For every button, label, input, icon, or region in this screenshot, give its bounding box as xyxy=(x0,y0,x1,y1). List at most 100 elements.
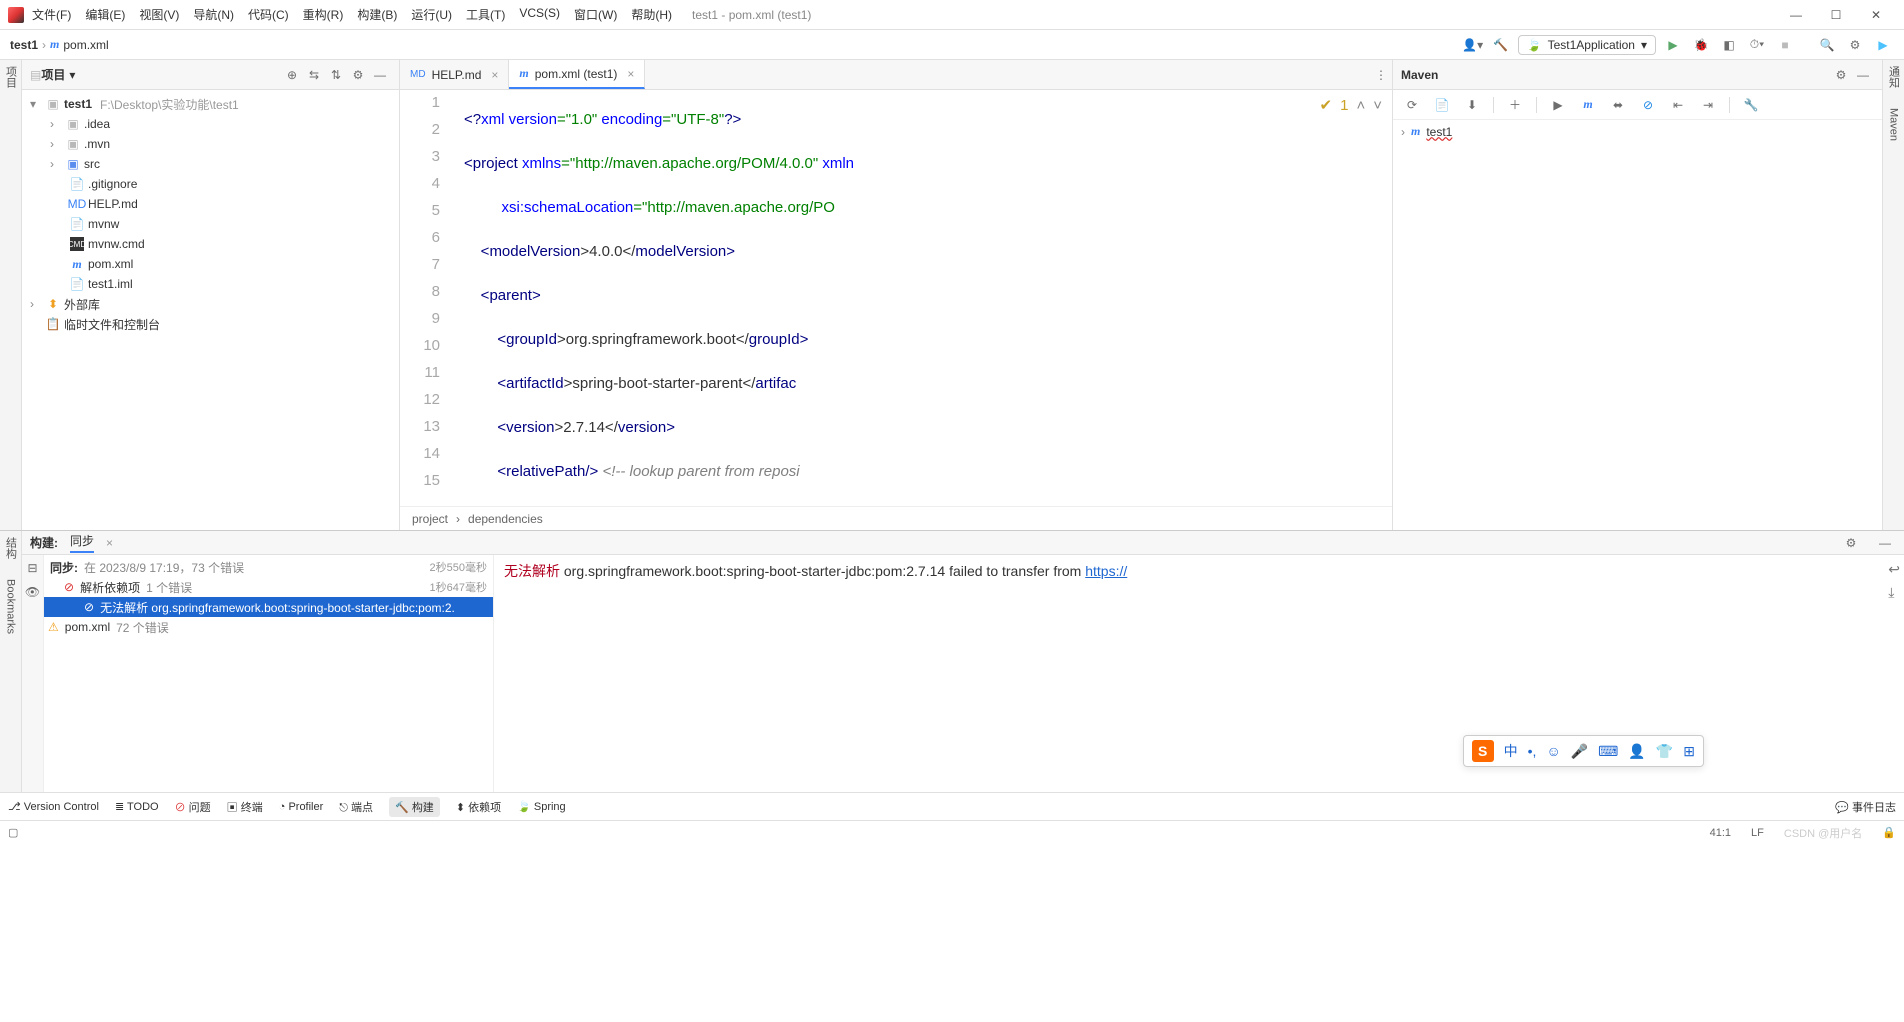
gear-icon[interactable]: ⚙ xyxy=(347,64,369,86)
close-button[interactable]: ✕ xyxy=(1856,8,1896,22)
tool-eventlog[interactable]: 💬 事件日志 xyxy=(1835,799,1896,815)
ime-keyboard-icon[interactable]: ⌨ xyxy=(1598,743,1618,760)
eye-icon[interactable]: 👁 xyxy=(25,585,40,599)
ime-skin-icon[interactable]: 👕 xyxy=(1656,743,1673,760)
tool-spring[interactable]: 🍃 Spring xyxy=(517,800,566,813)
coverage-button[interactable]: ◧ xyxy=(1718,34,1740,56)
code-editor[interactable]: ✔1 ˄ ˅ 123456789101112131415 <?xml versi… xyxy=(400,90,1392,506)
tree-iml[interactable]: test1.iml xyxy=(88,277,133,291)
tree-scratch[interactable]: 临时文件和控制台 xyxy=(64,316,160,333)
tool-endpoints[interactable]: ⎋ 端点 xyxy=(339,799,373,815)
download-icon[interactable]: ⬇ xyxy=(1461,94,1483,116)
tab-menu-icon[interactable]: ⋮ xyxy=(1370,64,1392,86)
chevron-right-icon[interactable]: › xyxy=(1401,125,1405,139)
tool-problems[interactable]: ⊘ 问题 xyxy=(175,799,211,815)
build-row-error[interactable]: ⊘ 无法解析 org.springframework.boot:spring-b… xyxy=(44,597,493,617)
expand-icon[interactable]: ⇥ xyxy=(1697,94,1719,116)
minimize-button[interactable]: — xyxy=(1776,8,1816,22)
ime-toolbar[interactable]: S 中 •, ☺ 🎤 ⌨ 👤 👕 ⊞ xyxy=(1463,735,1704,767)
crumb-deps-tag[interactable]: dependencies xyxy=(468,512,543,526)
scroll-end-icon[interactable]: ⤓ xyxy=(1888,584,1900,601)
tree-pom[interactable]: pom.xml xyxy=(88,257,133,271)
hammer-icon[interactable]: 🔨 xyxy=(1490,34,1512,56)
chevron-down-icon[interactable]: ▾ xyxy=(69,68,75,82)
build-row-deps[interactable]: ⊘ 解析依赖项1 个错误 1秒647毫秒 xyxy=(44,577,493,597)
maven-project-node[interactable]: test1 xyxy=(1426,125,1452,139)
ime-voice-icon[interactable]: 🎤 xyxy=(1571,743,1588,760)
project-pane-title[interactable]: 项目 xyxy=(41,66,65,83)
menu-tools[interactable]: 工具(T) xyxy=(466,6,505,23)
tree-mvnwcmd[interactable]: mvnw.cmd xyxy=(88,237,145,251)
settings-icon[interactable]: ⚙ xyxy=(1844,34,1866,56)
run-config-selector[interactable]: 🍃 Test1Application ▾ xyxy=(1518,35,1656,55)
maximize-button[interactable]: ☐ xyxy=(1816,8,1856,22)
search-icon[interactable]: 🔍 xyxy=(1816,34,1838,56)
ime-toolbox-icon[interactable]: ⊞ xyxy=(1683,743,1695,760)
inspection-warning-icon[interactable]: ✔ xyxy=(1320,96,1333,114)
ime-emoji-icon[interactable]: ☺ xyxy=(1546,743,1560,759)
tool-build[interactable]: 🔨 构建 xyxy=(389,797,440,817)
menu-file[interactable]: 文件(F) xyxy=(32,6,71,23)
close-icon[interactable]: × xyxy=(491,68,498,82)
tab-pom[interactable]: mpom.xml (test1)× xyxy=(509,60,645,89)
build-row-header[interactable]: 同步:在 2023/8/9 17:19，73 个错误 2秒550毫秒 xyxy=(44,557,493,577)
build-row-pom[interactable]: ⚠ pom.xml72 个错误 xyxy=(44,617,493,637)
skip-tests-icon[interactable]: ⊘ xyxy=(1637,94,1659,116)
menu-run[interactable]: 运行(U) xyxy=(411,6,452,23)
tree-mvn[interactable]: .mvn xyxy=(84,137,110,151)
tool-bookmarks-tab[interactable]: Bookmarks xyxy=(5,579,17,634)
tool-project-tab[interactable]: 项目 xyxy=(3,66,19,88)
filter-icon[interactable]: ⊟ xyxy=(27,561,37,575)
tool-notifications-tab[interactable]: 通知 xyxy=(1886,66,1902,88)
menu-navigate[interactable]: 导航(N) xyxy=(193,6,234,23)
generate-sources-icon[interactable]: 📄 xyxy=(1431,94,1453,116)
crumb-file[interactable]: pom.xml xyxy=(63,38,108,52)
run-icon[interactable]: ▶ xyxy=(1547,94,1569,116)
next-highlight-icon[interactable]: ˅ xyxy=(1373,97,1382,114)
menu-code[interactable]: 代码(C) xyxy=(248,6,289,23)
stop-button[interactable]: ■ xyxy=(1774,34,1796,56)
debug-button[interactable]: 🐞 xyxy=(1690,34,1712,56)
menu-help[interactable]: 帮助(H) xyxy=(631,6,672,23)
add-icon[interactable]: ＋ xyxy=(1504,94,1526,116)
menu-edit[interactable]: 编辑(E) xyxy=(85,6,125,23)
gear-icon[interactable]: ⚙ xyxy=(1830,64,1852,86)
soft-wrap-icon[interactable]: ↩ xyxy=(1888,561,1900,578)
locate-icon[interactable]: ⊕ xyxy=(281,64,303,86)
toggle-offline-icon[interactable]: ⬌ xyxy=(1607,94,1629,116)
tool-maven-tab[interactable]: Maven xyxy=(1888,108,1900,141)
run-button[interactable]: ▶ xyxy=(1662,34,1684,56)
menu-view[interactable]: 视图(V) xyxy=(139,6,179,23)
menu-window[interactable]: 窗口(W) xyxy=(574,6,617,23)
close-tab-icon[interactable]: × xyxy=(106,536,113,550)
project-tree[interactable]: ▾▣test1F:\Desktop\实验功能\test1 ›▣.idea ›▣.… xyxy=(22,90,399,530)
wrench-icon[interactable]: 🔧 xyxy=(1740,94,1762,116)
run-anything-icon[interactable]: ▶ xyxy=(1872,34,1894,56)
crumb-project-tag[interactable]: project xyxy=(412,512,448,526)
tree-help[interactable]: HELP.md xyxy=(88,197,138,211)
profile-button[interactable]: ⏱▾ xyxy=(1746,34,1768,56)
collapse-icon[interactable]: ⇤ xyxy=(1667,94,1689,116)
status-position[interactable]: 41:1 xyxy=(1710,827,1731,839)
tool-deps[interactable]: ⬍ 依赖项 xyxy=(456,799,501,815)
build-detail[interactable]: 无法解析 org.springframework.boot:spring-boo… xyxy=(494,555,1904,792)
statusbar-widgets-icon[interactable]: ▢ xyxy=(8,826,18,839)
error-link[interactable]: https:// xyxy=(1085,563,1127,579)
menu-refactor[interactable]: 重构(R) xyxy=(303,6,344,23)
tool-terminal[interactable]: ▣ 终端 xyxy=(227,799,263,815)
ime-user-icon[interactable]: 👤 xyxy=(1628,743,1645,760)
build-tree[interactable]: 同步:在 2023/8/9 17:19，73 个错误 2秒550毫秒 ⊘ 解析依… xyxy=(44,555,494,792)
tree-extlib[interactable]: 外部库 xyxy=(64,296,100,313)
status-line-sep[interactable]: LF xyxy=(1751,827,1764,839)
gear-icon[interactable]: ⚙ xyxy=(1840,532,1862,554)
menu-build[interactable]: 构建(B) xyxy=(357,6,397,23)
hide-pane-icon[interactable]: — xyxy=(1852,64,1874,86)
add-user-icon[interactable]: 👤▾ xyxy=(1462,34,1484,56)
expand-all-icon[interactable]: ⇆ xyxy=(303,64,325,86)
reload-icon[interactable]: ⟳ xyxy=(1401,94,1423,116)
maven-icon[interactable]: m xyxy=(1577,94,1599,116)
crumb-project[interactable]: test1 xyxy=(10,38,38,52)
tool-profiler[interactable]: ◔ Profiler xyxy=(279,801,324,813)
hide-pane-icon[interactable]: — xyxy=(369,64,391,86)
tree-root[interactable]: test1 xyxy=(64,97,92,111)
